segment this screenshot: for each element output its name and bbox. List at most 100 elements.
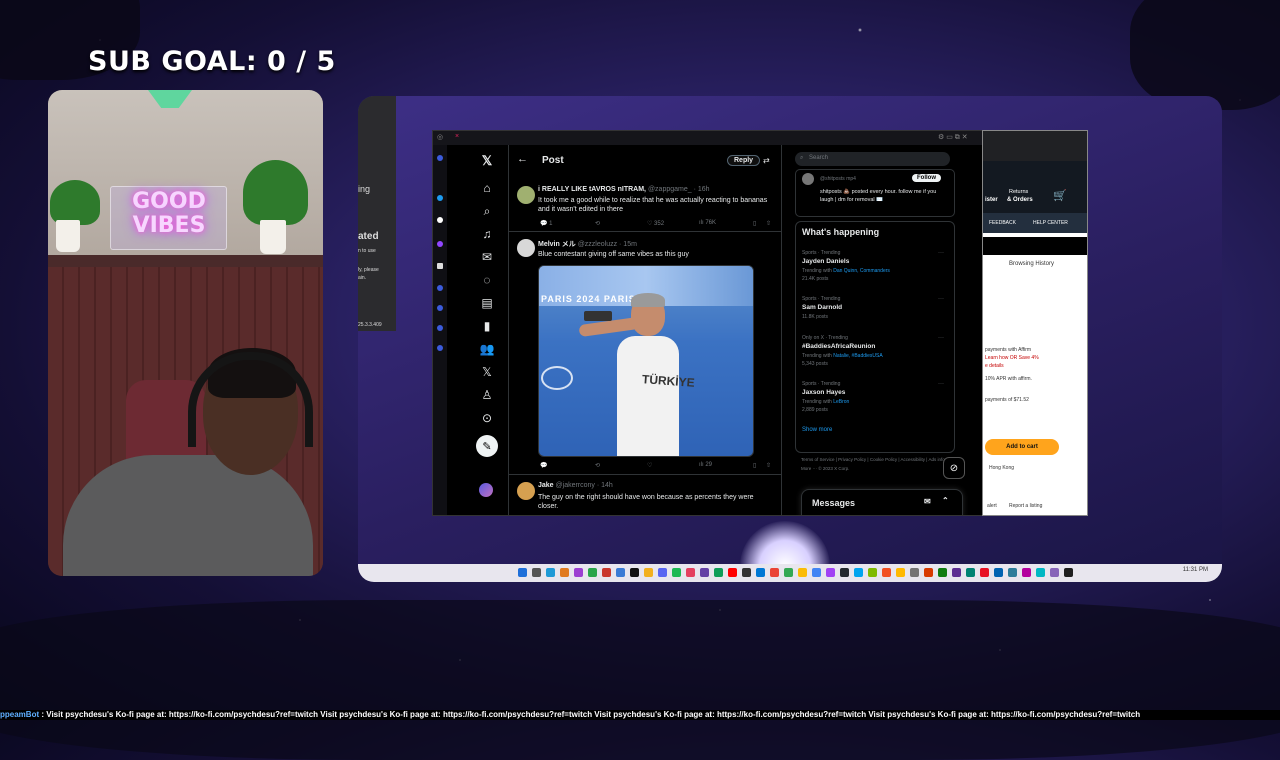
repost-icon[interactable]: ⟲ xyxy=(595,220,600,227)
bookmark-icon[interactable]: ▯ xyxy=(753,220,756,227)
add-to-cart-button[interactable]: Add to cart xyxy=(985,439,1059,455)
share-icon[interactable]: ⇧ xyxy=(766,220,771,227)
profile-icon[interactable]: ♙ xyxy=(477,385,497,405)
trend-more-icon[interactable]: ··· xyxy=(938,381,944,387)
sidebar-app-icon[interactable] xyxy=(437,305,443,311)
sidebar-app-icon[interactable] xyxy=(437,195,443,201)
taskbar-app-icon[interactable] xyxy=(574,568,583,577)
account-avatar[interactable] xyxy=(479,483,493,497)
taskbar-app-icon[interactable] xyxy=(770,568,779,577)
follow-handle[interactable]: @shitposts mp4 xyxy=(820,176,856,182)
filter-settings-icon[interactable]: ⇄ xyxy=(763,156,770,165)
follow-avatar[interactable] xyxy=(802,173,814,185)
tweet-author-name[interactable]: Jake @jakerrcony · 14h xyxy=(538,482,613,489)
trend-more-icon[interactable]: ··· xyxy=(938,250,944,256)
reply-button[interactable]: Reply xyxy=(727,155,761,166)
search-icon[interactable] xyxy=(532,568,541,577)
taskbar-app-icon[interactable] xyxy=(1008,568,1017,577)
trend-name[interactable]: #BaddiesAfricaReunion xyxy=(802,343,875,350)
show-more-link[interactable]: Show more xyxy=(802,427,832,433)
tweet-author-avatar[interactable] xyxy=(517,482,535,500)
twitch-icon[interactable] xyxy=(437,241,443,247)
taskbar-app-icon[interactable] xyxy=(854,568,863,577)
trend-links[interactable]: Dan Quinn, Commanders xyxy=(833,268,890,274)
taskbar-app-icon[interactable] xyxy=(980,568,989,577)
taskbar-app-icon[interactable] xyxy=(896,568,905,577)
window-controls[interactable]: ⚙ ▭ ⧉ ✕ xyxy=(938,133,968,142)
taskbar-app-icon[interactable] xyxy=(924,568,933,577)
sidebar-app-icon[interactable] xyxy=(437,155,443,161)
reply-icon[interactable]: 💬 xyxy=(540,462,547,469)
reply-icon[interactable]: 💬 1 xyxy=(540,220,552,227)
taskbar-app-icon[interactable] xyxy=(966,568,975,577)
lists-icon[interactable]: ▤ xyxy=(477,293,497,313)
taskbar-clock[interactable]: 11:31 PM xyxy=(1183,567,1208,573)
messages-drawer[interactable]: Messages ✉ ⌃ xyxy=(801,489,963,515)
browsing-history-link[interactable]: Browsing History xyxy=(1009,261,1054,267)
taskbar-app-icon[interactable] xyxy=(700,568,709,577)
taskbar-app-icon[interactable] xyxy=(826,568,835,577)
taskbar-app-icon[interactable] xyxy=(644,568,653,577)
expand-chevron-icon[interactable]: ⌃ xyxy=(942,496,949,505)
tweet-author-avatar[interactable] xyxy=(517,239,535,257)
learn-how-link[interactable]: Learn how OR Save 4% xyxy=(985,355,1039,361)
more-icon[interactable]: ⊙ xyxy=(477,408,497,428)
trend-more-icon[interactable]: ··· xyxy=(938,335,944,341)
taskbar-app-icon[interactable] xyxy=(938,568,947,577)
tweet-author-avatar[interactable] xyxy=(517,186,535,204)
details-link[interactable]: e details xyxy=(985,363,1004,369)
start-icon[interactable] xyxy=(518,568,527,577)
taskbar-app-icon[interactable] xyxy=(756,568,765,577)
sidebar-app-icon[interactable] xyxy=(437,285,443,291)
taskbar-app-icon[interactable] xyxy=(798,568,807,577)
like-icon[interactable]: ♡ 352 xyxy=(647,220,664,227)
compose-post-button[interactable]: ✎ xyxy=(476,435,498,457)
premium-x-icon[interactable]: 𝕏 xyxy=(477,362,497,382)
tweet-author-display-name[interactable]: i REALLY LIKE tAVROS nITRAM, xyxy=(538,186,646,193)
bookmarks-icon[interactable]: ▮ xyxy=(477,316,497,336)
sidebar-app-icon[interactable] xyxy=(437,217,443,223)
trend-name[interactable]: Jayden Daniels xyxy=(802,258,849,265)
taskbar-app-icon[interactable] xyxy=(728,568,737,577)
help-center-link[interactable]: HELP CENTER xyxy=(1033,220,1068,226)
taskbar-app-icon[interactable] xyxy=(994,568,1003,577)
feedback-link[interactable]: FEEDBACK xyxy=(989,220,1016,226)
close-tab-icon[interactable]: × xyxy=(455,133,459,140)
taskbar-app-icon[interactable] xyxy=(812,568,821,577)
tweet-author-display-name[interactable]: Melvin メル xyxy=(538,241,576,248)
taskbar-app-icon[interactable] xyxy=(952,568,961,577)
follow-button[interactable]: Follow xyxy=(912,174,941,182)
share-icon[interactable]: ⇧ xyxy=(766,462,771,469)
returns-label[interactable]: Returns xyxy=(1009,189,1028,195)
taskbar-app-icon[interactable] xyxy=(714,568,723,577)
trend-name[interactable]: Sam Darnold xyxy=(802,304,842,311)
taskbar-app-icon[interactable] xyxy=(616,568,625,577)
tweet-author-name[interactable]: i REALLY LIKE tAVROS nITRAM, @zappgame_ … xyxy=(538,186,710,193)
taskbar-app-icon[interactable] xyxy=(910,568,919,577)
repost-icon[interactable]: ⟲ xyxy=(595,462,600,469)
taskbar-app-icon[interactable] xyxy=(672,568,681,577)
sidebar-app-icon[interactable] xyxy=(437,345,443,351)
report-listing-link[interactable]: Report a listing xyxy=(1009,503,1042,509)
views-icon[interactable]: ılı 29 xyxy=(699,462,712,468)
taskbar-app-icon[interactable] xyxy=(840,568,849,577)
sidebar-app-icon[interactable] xyxy=(437,325,443,331)
taskbar-app-icon[interactable] xyxy=(1050,568,1059,577)
footer-links[interactable]: Terms of Service | Privacy Policy | Cook… xyxy=(801,455,953,473)
new-message-icon[interactable]: ✉ xyxy=(924,497,931,506)
like-icon[interactable]: ♡ xyxy=(647,462,652,469)
taskbar-app-icon[interactable] xyxy=(630,568,639,577)
cart-icon[interactable]: 🛒 xyxy=(1053,189,1067,202)
trend-links[interactable]: LeBron xyxy=(833,399,849,405)
taskbar-app-icon[interactable] xyxy=(742,568,751,577)
taskbar-app-icon[interactable] xyxy=(560,568,569,577)
taskbar-app-icon[interactable] xyxy=(784,568,793,577)
trend-more-icon[interactable]: ··· xyxy=(938,296,944,302)
search-input[interactable]: ⌕ Search xyxy=(795,152,950,166)
trend-name[interactable]: Jaxson Hayes xyxy=(802,389,845,396)
taskbar-app-icon[interactable] xyxy=(882,568,891,577)
tweet-author-name[interactable]: Melvin メル @zzzleoluzz · 15m xyxy=(538,239,637,249)
notifications-bell-icon[interactable]: ♫ xyxy=(477,224,497,244)
back-arrow-icon[interactable]: ← xyxy=(517,153,528,165)
bookmark-icon[interactable]: ▯ xyxy=(753,462,756,469)
